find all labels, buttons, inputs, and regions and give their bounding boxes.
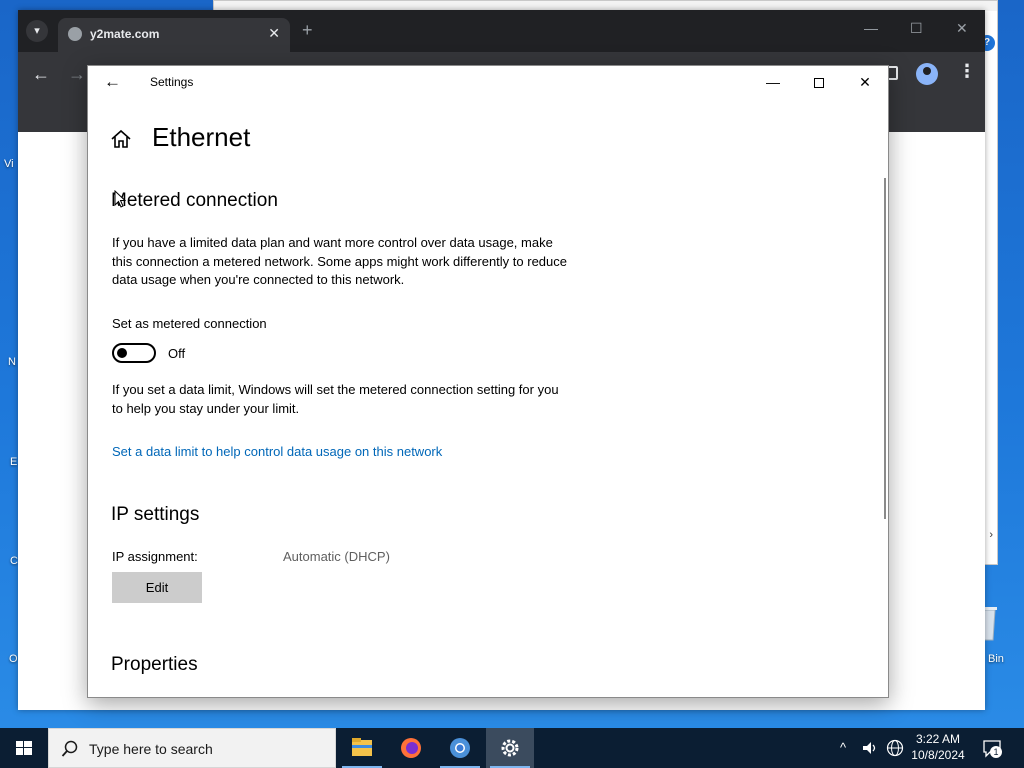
clock-date: 10/8/2024 xyxy=(911,748,965,762)
taskbar-search-box[interactable]: Type here to search xyxy=(48,728,336,768)
ip-settings-heading: IP settings xyxy=(111,504,200,525)
search-placeholder: Type here to search xyxy=(89,741,213,757)
notification-count-badge: 1 xyxy=(990,746,1002,758)
settings-title-bar: ← Settings — ✕ xyxy=(88,66,888,98)
ip-assignment-label: IP assignment: xyxy=(112,549,198,564)
browser-forward-button[interactable]: → xyxy=(68,64,86,85)
scrollbar[interactable] xyxy=(884,178,886,519)
metered-connection-heading: Metered connection xyxy=(111,190,278,211)
toggle-state-text: Off xyxy=(168,346,186,361)
taskbar: Type here to search ^ 3:22 AM 10/8/2024 … xyxy=(0,728,1024,768)
volume-icon[interactable] xyxy=(861,740,879,756)
taskbar-chrome[interactable] xyxy=(436,728,484,768)
close-button[interactable]: ✕ xyxy=(842,70,888,94)
page-title: Ethernet xyxy=(152,122,251,152)
browser-tab-title: y2mate.com xyxy=(90,27,160,41)
mouse-cursor-icon xyxy=(114,190,126,208)
taskbar-firefox[interactable] xyxy=(387,728,435,768)
browser-tab[interactable]: y2mate.com ✕ xyxy=(58,18,290,52)
gear-icon xyxy=(501,739,519,757)
globe-icon xyxy=(68,27,82,41)
settings-window: ← Settings — ✕ Ethernet Metered connecti… xyxy=(87,65,889,698)
taskbar-file-explorer[interactable] xyxy=(338,728,386,768)
folder-icon xyxy=(352,738,372,756)
minimize-button[interactable]: — xyxy=(750,70,796,94)
browser-minimize-button[interactable]: — xyxy=(864,20,878,36)
properties-heading: Properties xyxy=(111,654,198,675)
ip-assignment-value: Automatic (DHCP) xyxy=(283,549,390,564)
tab-close-icon[interactable]: ✕ xyxy=(268,25,280,42)
maximize-icon xyxy=(814,78,824,89)
desktop-icon-label[interactable]: Vi xyxy=(4,158,14,170)
browser-tab-bar: ▾ y2mate.com ✕ + — ☐ ✕ xyxy=(18,10,985,52)
tab-search-chevron-icon[interactable]: ▾ xyxy=(26,20,48,42)
desktop-icon-label[interactable]: N xyxy=(8,356,16,368)
set-data-limit-link[interactable]: Set a data limit to help control data us… xyxy=(112,444,442,459)
metered-connection-toggle[interactable] xyxy=(112,343,156,363)
profile-avatar-icon[interactable] xyxy=(916,63,938,85)
notification-button[interactable]: 1 xyxy=(982,738,1002,758)
browser-maximize-button[interactable]: ☐ xyxy=(910,20,923,37)
clock-time: 3:22 AM xyxy=(915,732,961,746)
settings-app-title: Settings xyxy=(150,75,194,89)
data-limit-note: If you set a data limit, Windows will se… xyxy=(112,382,559,416)
desktop-icon-label[interactable]: O xyxy=(9,653,18,665)
desktop-icon-label[interactable]: E xyxy=(10,456,17,468)
maximize-button[interactable] xyxy=(796,70,842,94)
windows-logo-icon xyxy=(16,741,32,755)
firefox-icon xyxy=(401,738,421,758)
chrome-icon xyxy=(450,738,470,758)
tray-chevron-icon[interactable]: ^ xyxy=(840,740,846,755)
desktop-icon-label[interactable]: C xyxy=(10,555,18,567)
metered-toggle-label: Set as metered connection xyxy=(112,316,267,331)
metered-description: If you have a limited data plan and want… xyxy=(112,235,567,287)
browser-menu-button[interactable]: ⋮ xyxy=(958,61,976,82)
browser-close-button[interactable]: ✕ xyxy=(956,20,968,37)
new-tab-button[interactable]: + xyxy=(302,20,313,41)
chevron-right-icon[interactable]: › xyxy=(989,529,993,541)
start-button[interactable] xyxy=(0,728,48,768)
recycle-bin-label[interactable]: Bin xyxy=(988,653,1004,665)
back-button[interactable]: ← xyxy=(104,72,121,92)
taskbar-clock[interactable]: 3:22 AM 10/8/2024 xyxy=(906,731,970,763)
search-icon xyxy=(61,740,78,757)
home-icon[interactable] xyxy=(110,128,132,150)
network-globe-icon[interactable] xyxy=(886,739,904,757)
edit-ip-button[interactable]: Edit xyxy=(112,572,202,603)
browser-back-button[interactable]: ← xyxy=(32,64,50,85)
taskbar-settings[interactable] xyxy=(486,728,534,768)
